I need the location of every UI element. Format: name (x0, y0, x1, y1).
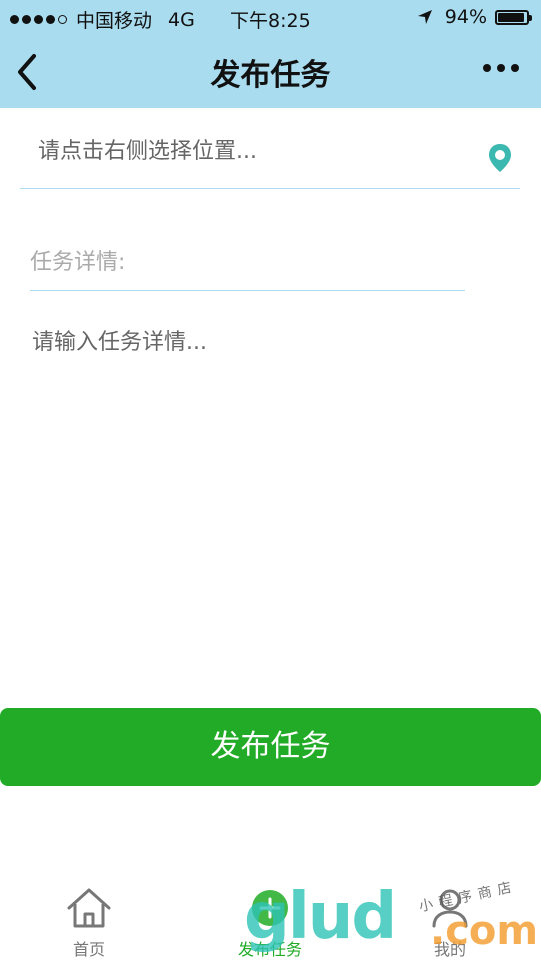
publish-task-button[interactable]: 发布任务 (0, 708, 541, 786)
tab-mine[interactable]: 我的 (390, 886, 510, 960)
task-detail-label: 任务详情: (30, 244, 465, 291)
user-icon (432, 889, 468, 928)
network-type: 4G (168, 8, 195, 31)
signal-strength-icon (10, 15, 70, 24)
tab-publish-label: 发布任务 (237, 940, 302, 959)
tab-mine-label: 我的 (433, 940, 466, 959)
tab-bar: 首页 发布任务 我的 (0, 880, 541, 960)
location-pin-icon[interactable] (486, 142, 514, 174)
navigation-bar: 发布任务 (0, 36, 541, 108)
publish-icon (252, 890, 288, 926)
tab-home[interactable]: 首页 (29, 886, 149, 960)
page-title: 发布任务 (210, 58, 331, 93)
battery-icon (495, 9, 532, 25)
status-bar: 中国移动 4G 下午8:25 94% (0, 0, 541, 36)
more-dots-icon (483, 64, 491, 72)
battery-percent: 94% (444, 6, 487, 28)
home-icon (67, 888, 111, 928)
more-button[interactable] (477, 64, 519, 72)
status-right: 94% (417, 6, 532, 28)
carrier-name: 中国移动 (76, 10, 153, 32)
location-field-row (20, 130, 520, 189)
tab-home-label: 首页 (72, 940, 105, 959)
header: 中国移动 4G 下午8:25 94% 发布任务 (0, 0, 541, 108)
status-left: 中国移动 4G (10, 6, 195, 33)
location-arrow-icon (417, 10, 432, 24)
location-input[interactable] (36, 138, 480, 165)
tab-publish[interactable]: 发布任务 (210, 886, 330, 960)
status-time: 下午8:25 (230, 10, 311, 32)
task-detail-textarea[interactable] (30, 322, 514, 666)
